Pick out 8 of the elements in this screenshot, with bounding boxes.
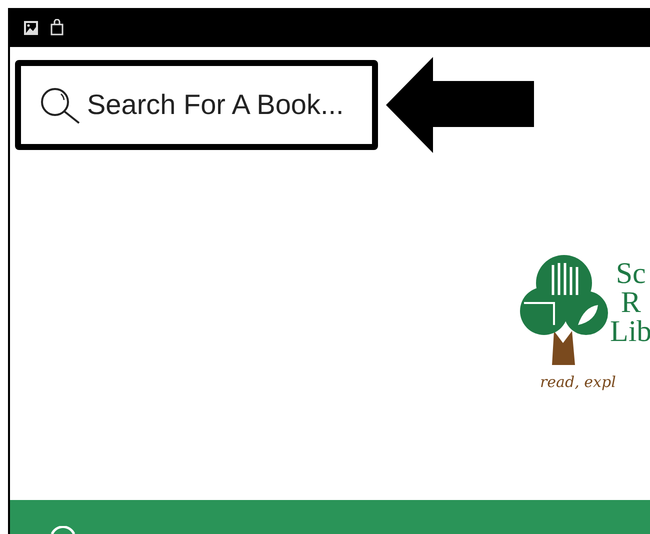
logo-text: Sc (616, 258, 646, 288)
shopping-bag-icon (50, 19, 64, 36)
logo-text: R (620, 288, 641, 316)
image-icon (24, 20, 38, 34)
search-icon (39, 86, 81, 124)
logo-tagline: read, expl (540, 372, 617, 390)
search-input[interactable]: Search For A Book... (87, 89, 367, 121)
search-bar[interactable]: Search For A Book... (15, 60, 378, 150)
